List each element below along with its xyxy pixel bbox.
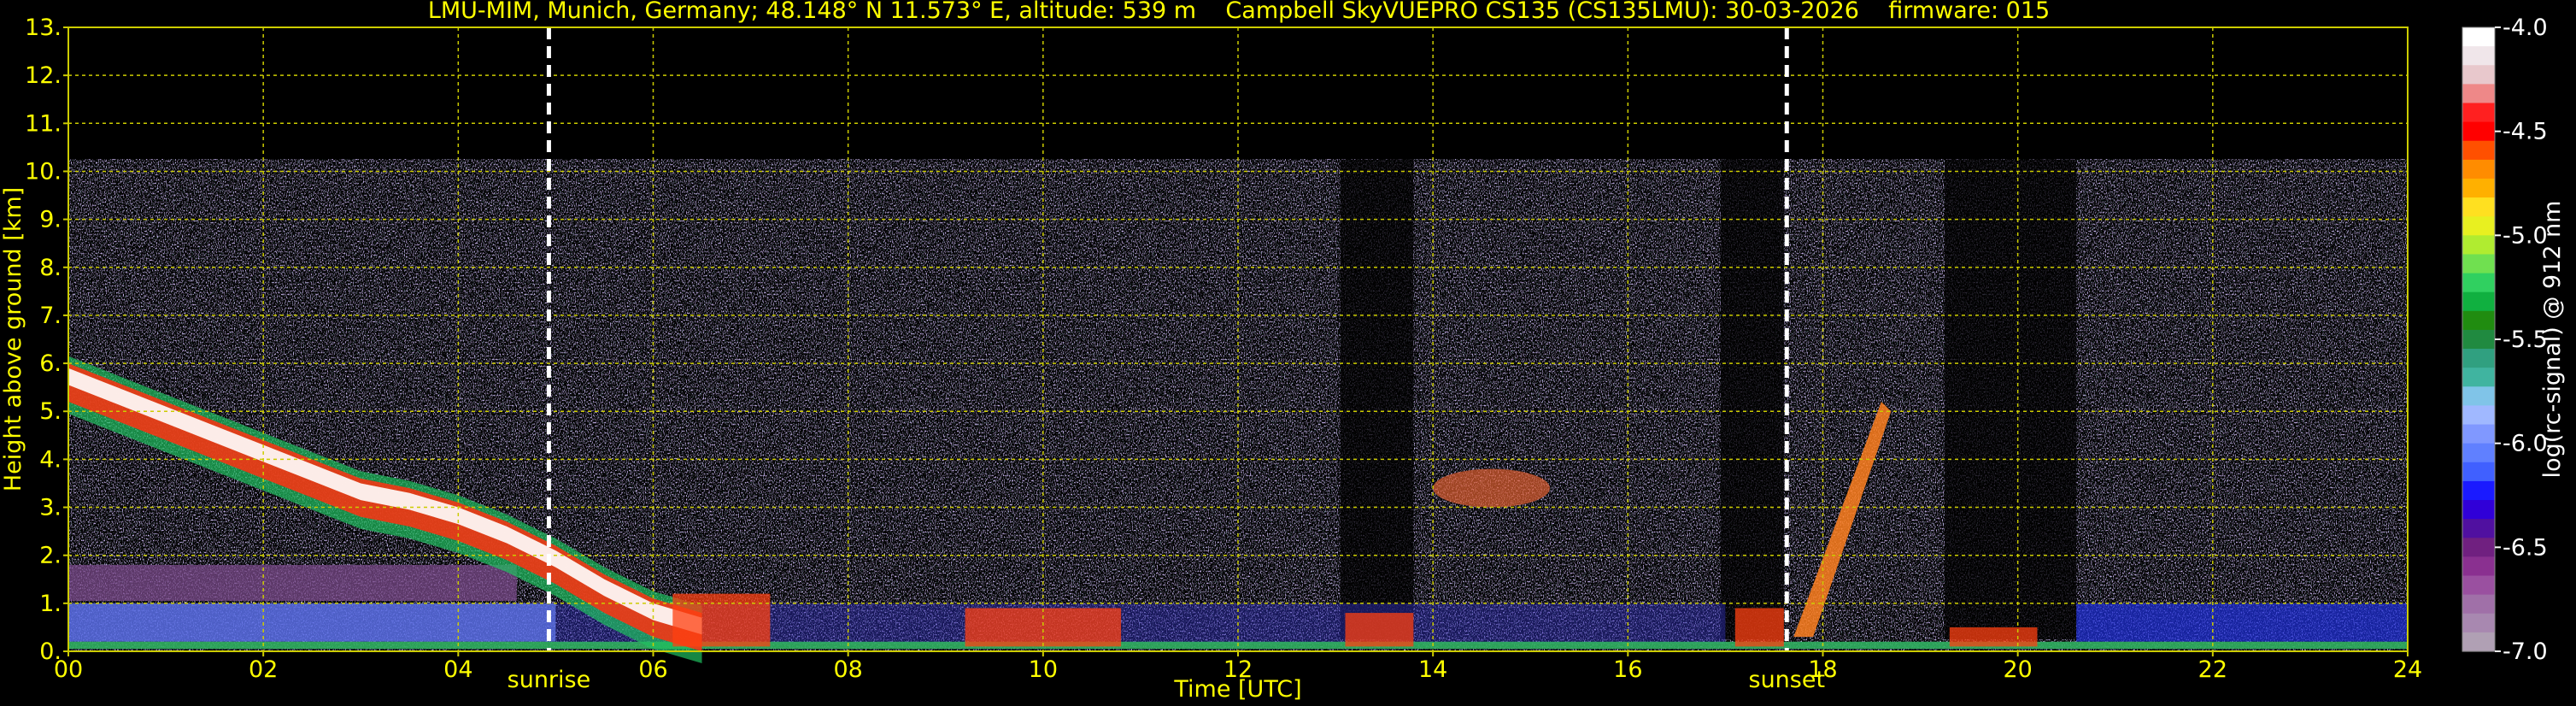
y-tick-label: 8.	[39, 255, 62, 281]
sunset-label: sunset	[1749, 667, 1826, 693]
y-tick-label: 5.	[39, 398, 62, 425]
sunrise-label: sunrise	[508, 667, 591, 693]
colorbar-segment	[2462, 216, 2495, 236]
x-tick-label: 06	[638, 656, 667, 683]
low-cloud-patch	[965, 608, 1122, 647]
colorbar-segment	[2462, 46, 2495, 66]
low-cloud-patch	[1345, 613, 1414, 647]
colorbar-segment	[2462, 140, 2495, 161]
colorbar-segment	[2462, 65, 2495, 85]
x-axis-label: Time [UTC]	[1173, 676, 1301, 703]
y-tick-label: 12.	[25, 62, 62, 89]
colorbar-segment	[2462, 84, 2495, 104]
y-tick-label: 4.	[39, 446, 62, 473]
colorbar-segment	[2462, 575, 2495, 596]
x-tick-label: 02	[249, 656, 278, 683]
x-tick-label: 16	[1613, 656, 1642, 683]
colorbar-segment	[2462, 329, 2495, 350]
ceilometer-chart: LMU-MIM, Munich, Germany; 48.148° N 11.5…	[0, 0, 2566, 703]
x-tick-label: 04	[443, 656, 472, 683]
x-tick-label: 00	[54, 656, 83, 683]
colorbar-segment	[2462, 424, 2495, 444]
colorbar-tick-label: -4.0	[2503, 15, 2548, 41]
y-tick-label: 13.	[25, 15, 62, 41]
y-tick-label: 3.	[39, 495, 62, 521]
colorbar-segment	[2462, 632, 2495, 652]
colorbar-segment	[2462, 273, 2495, 293]
y-axis-label: Height above ground [km]	[0, 187, 26, 491]
colorbar-segment	[2462, 613, 2495, 633]
x-tick-label: 08	[833, 656, 862, 683]
colorbar-segment	[2462, 349, 2495, 368]
colorbar-segment	[2462, 291, 2495, 312]
y-tick-label: 10.	[25, 158, 62, 185]
low-cloud-patch	[1949, 627, 2038, 647]
colorbar-segment	[2462, 254, 2495, 274]
y-tick-label: 1.	[39, 591, 62, 617]
attenuation-gap	[1945, 159, 2077, 639]
colorbar-segment	[2462, 159, 2495, 179]
colorbar-segment	[2462, 462, 2495, 482]
x-tick-label: 10	[1029, 656, 1058, 683]
y-tick-label: 11.	[25, 110, 62, 137]
colorbar-segment	[2462, 310, 2495, 331]
colorbar-segment	[2462, 594, 2495, 615]
colorbar-segment	[2462, 178, 2495, 198]
colorbar-label: log(rc-signal) @ 912 nm	[2539, 201, 2566, 479]
attenuation-gap	[1340, 159, 1414, 639]
boundary-layer-band	[68, 603, 556, 642]
y-tick-label: 6.	[39, 350, 62, 377]
colorbar-segment	[2462, 556, 2495, 577]
colorbar-segment	[2462, 235, 2495, 256]
colorbar-tick-label: -4.5	[2503, 119, 2548, 145]
colorbar-tick-label: -6.5	[2503, 534, 2548, 561]
colorbar-segment	[2462, 27, 2495, 47]
x-tick-label: 14	[1418, 656, 1447, 683]
colorbar-segment	[2462, 197, 2495, 217]
x-tick-label: 24	[2393, 656, 2422, 683]
colorbar: -4.0-4.5-5.0-5.5-6.0-6.5-7.0	[2462, 15, 2548, 665]
colorbar-segment	[2462, 443, 2495, 463]
colorbar-segment	[2462, 386, 2495, 407]
colorbar-segment	[2462, 121, 2495, 142]
y-tick-label: 9.	[39, 207, 62, 233]
x-tick-label: 22	[2198, 656, 2227, 683]
colorbar-segment	[2462, 103, 2495, 123]
residual-layer-band	[68, 564, 517, 602]
colorbar-segment	[2462, 519, 2495, 538]
colorbar-segment	[2462, 368, 2495, 387]
y-axis-ticks: 0.1.2.3.4.5.6.7.8.9.10.11.12.13.	[25, 15, 68, 665]
low-cloud-patch	[1734, 608, 1784, 647]
plot-area	[67, 26, 2409, 664]
colorbar-segment	[2462, 500, 2495, 520]
colorbar-segment	[2462, 538, 2495, 557]
y-tick-label: 2.	[39, 543, 62, 569]
chart-title: LMU-MIM, Munich, Germany; 48.148° N 11.5…	[428, 0, 2050, 24]
evening-boundary-layer	[2076, 603, 2408, 642]
x-tick-label: 20	[2003, 656, 2032, 683]
colorbar-segment	[2462, 405, 2495, 426]
attenuation-gap	[1720, 159, 1784, 639]
colorbar-tick-label: -7.0	[2503, 638, 2548, 665]
low-cloud-patch	[672, 593, 771, 647]
y-tick-label: 7.	[39, 303, 62, 329]
midlevel-cloud	[1433, 468, 1551, 508]
colorbar-segment	[2462, 480, 2495, 501]
